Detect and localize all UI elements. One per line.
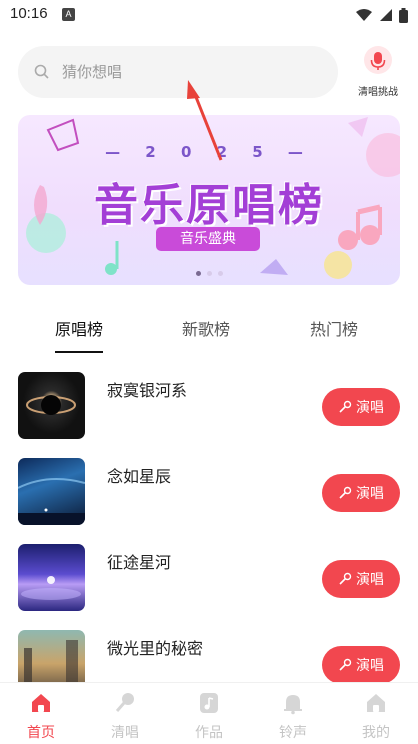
sing-label: 演唱: [356, 400, 384, 416]
nav-works[interactable]: 作品: [179, 691, 239, 742]
nav-label: 我的: [362, 725, 390, 741]
banner-subtitle: 音乐盛典: [156, 227, 260, 251]
list-item[interactable]: 征途星河 演唱: [0, 544, 418, 612]
mic-icon: [339, 400, 352, 413]
profile-home-icon: [367, 694, 385, 712]
nav-home[interactable]: 首页: [11, 691, 71, 742]
nav-label: 首页: [27, 725, 55, 741]
tab-label: 原唱榜: [55, 320, 104, 339]
mic-icon: [339, 658, 352, 671]
sing-label: 演唱: [356, 658, 384, 674]
nav-ringtones[interactable]: 铃声: [263, 691, 323, 742]
song-title: 征途星河: [107, 553, 172, 572]
banner-year: — 2 0 2 5 —: [105, 143, 313, 161]
bottom-nav: 首页 清唱 作品 铃声 我的: [0, 682, 418, 744]
bell-icon: [284, 695, 302, 715]
song-title: 微光里的秘密: [107, 639, 204, 658]
wifi-icon: [356, 9, 372, 21]
signal-icon: [380, 9, 392, 21]
search-input[interactable]: [62, 61, 322, 83]
pager-dot: [217, 271, 223, 276]
tab-label: 新歌榜: [182, 320, 231, 339]
list-item[interactable]: 寂寞银河系 演唱: [0, 372, 418, 440]
sing-button[interactable]: 演唱: [322, 646, 400, 684]
tab-hot[interactable]: 热门榜: [310, 316, 358, 340]
search-bar[interactable]: [18, 46, 338, 98]
promo-banner[interactable]: — 2 0 2 5 — 音乐原唱榜 音乐盛典: [18, 115, 400, 285]
mic-icon: [339, 572, 352, 585]
pager-dot: [206, 271, 212, 276]
list-item[interactable]: 念如星辰 演唱: [0, 458, 418, 526]
sing-label: 演唱: [356, 486, 384, 502]
nav-profile[interactable]: 我的: [346, 691, 406, 742]
pager-dot: [195, 271, 201, 276]
tab-original[interactable]: 原唱榜: [55, 316, 104, 353]
tab-active-indicator: [55, 351, 104, 353]
song-cover: [18, 372, 85, 439]
song-cover: [18, 544, 85, 611]
banner-pager: [18, 271, 400, 276]
nav-label: 清唱: [111, 725, 139, 741]
status-time: 10:16: [10, 5, 48, 22]
search-icon: [34, 64, 49, 79]
nav-label: 作品: [195, 725, 223, 741]
challenge-label: 清唱挑战: [358, 87, 398, 98]
music-note-icon: [200, 693, 218, 713]
song-cover: [18, 458, 85, 525]
tab-new-songs[interactable]: 新歌榜: [182, 316, 230, 340]
status-icons: [355, 7, 408, 23]
banner-title: 音乐原唱榜: [94, 180, 324, 231]
nav-label: 铃声: [279, 725, 307, 741]
sing-button[interactable]: 演唱: [322, 388, 400, 426]
sing-button[interactable]: 演唱: [322, 560, 400, 598]
chart-tabs: 原唱榜 新歌榜 热门榜: [0, 316, 418, 356]
song-title: 寂寞银河系: [107, 381, 188, 400]
status-bar: 10:16 A: [0, 0, 418, 30]
mic-icon: [339, 486, 352, 499]
home-icon: [32, 694, 50, 712]
mic-icon: [364, 46, 392, 74]
sing-button[interactable]: 演唱: [322, 474, 400, 512]
tab-label: 热门榜: [310, 320, 359, 339]
app-notification-icon: A: [62, 8, 75, 21]
mic-icon: [115, 693, 134, 712]
sing-label: 演唱: [356, 572, 384, 588]
song-title: 念如星辰: [107, 467, 172, 486]
nav-acapella[interactable]: 清唱: [95, 691, 155, 742]
battery-icon: [399, 7, 408, 23]
challenge-button[interactable]: 清唱挑战: [352, 46, 404, 98]
